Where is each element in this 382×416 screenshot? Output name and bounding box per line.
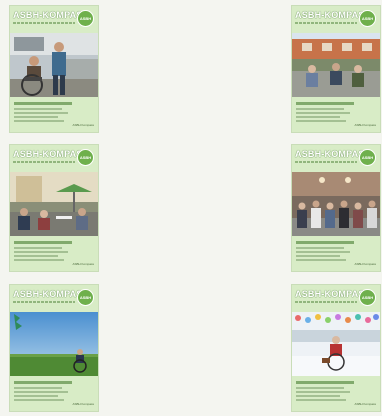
cover-tagline <box>295 161 357 163</box>
snow-wheelchair-photo <box>292 312 380 376</box>
asbh-logo-icon: ASBH <box>359 289 376 306</box>
cover-header: ASBH-KOMPASS ASBH <box>292 6 380 32</box>
magazine-cover-2[interactable]: ASBH-KOMPASS ASBH ASBH Kompass <box>292 6 380 132</box>
cover-contents: ASBH Kompass <box>10 238 98 271</box>
garden-party-photo <box>10 172 98 236</box>
magazine-cover-4[interactable]: ASBH-KOMPASS ASBH ASBH Kompass <box>292 145 380 271</box>
magazine-cover-1[interactable]: ASBH-KOMPASS ASBH ASBH Kompass <box>10 6 98 132</box>
cover-issue-label: ASBH Kompass <box>72 402 94 406</box>
cover-tagline <box>295 301 357 303</box>
cover-contents: ASBH Kompass <box>292 238 380 271</box>
asbh-logo-icon: ASBH <box>359 149 376 166</box>
asbh-logo-icon: ASBH <box>77 149 94 166</box>
cover-issue-label: ASBH Kompass <box>354 123 376 127</box>
cover-issue-label: ASBH Kompass <box>354 402 376 406</box>
cover-header: ASBH-KOMPASS ASBH <box>292 285 380 311</box>
cover-issue-label: ASBH Kompass <box>354 262 376 266</box>
cover-header: ASBH-KOMPASS ASBH <box>10 285 98 311</box>
cover-contents: ASBH Kompass <box>292 378 380 411</box>
field-wheelchair-photo <box>10 312 98 376</box>
cover-tagline <box>13 301 75 303</box>
magazine-cover-3[interactable]: ASBH-KOMPASS ASBH ASBH Kompass <box>10 145 98 271</box>
hall-group-photo <box>292 172 380 236</box>
cover-tagline <box>13 22 75 24</box>
asbh-logo-icon: ASBH <box>77 289 94 306</box>
workshop-wheelchair-photo <box>10 33 98 97</box>
magazine-cover-6[interactable]: ASBH-KOMPASS ASBH ASBH Kompass <box>292 285 380 411</box>
cover-contents: ASBH Kompass <box>10 378 98 411</box>
asbh-logo-icon: ASBH <box>359 10 376 27</box>
cover-issue-label: ASBH Kompass <box>72 262 94 266</box>
cover-issue-label: ASBH Kompass <box>72 123 94 127</box>
courtyard-group-photo <box>292 33 380 97</box>
cover-contents: ASBH Kompass <box>292 99 380 132</box>
asbh-logo-icon: ASBH <box>77 10 94 27</box>
cover-header: ASBH-KOMPASS ASBH <box>10 145 98 171</box>
magazine-cover-5[interactable]: ASBH-KOMPASS ASBH ASBH Kompass <box>10 285 98 411</box>
cover-header: ASBH-KOMPASS ASBH <box>10 6 98 32</box>
cover-header: ASBH-KOMPASS ASBH <box>292 145 380 171</box>
cover-tagline <box>13 161 75 163</box>
cover-tagline <box>295 22 357 24</box>
cover-contents: ASBH Kompass <box>10 99 98 132</box>
